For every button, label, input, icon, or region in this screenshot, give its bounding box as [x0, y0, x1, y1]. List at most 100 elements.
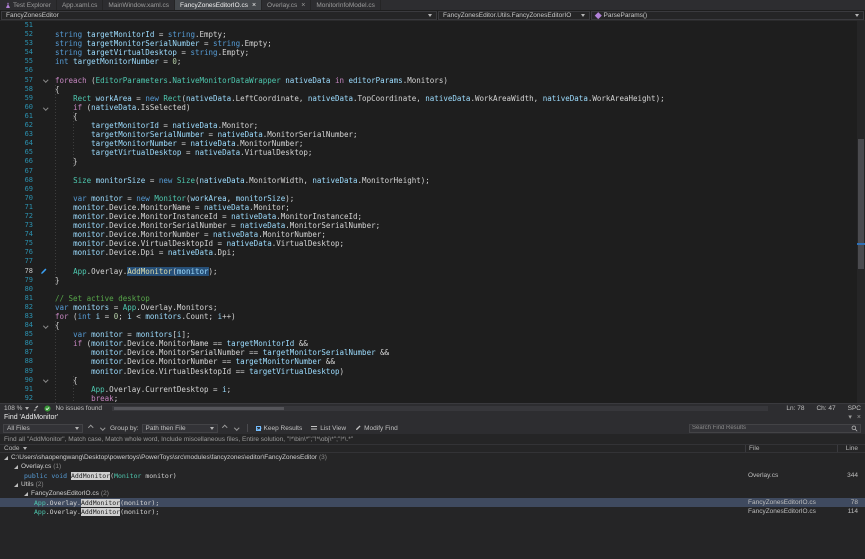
fold-chevron-icon[interactable]: [43, 323, 48, 328]
group-by-dropdown[interactable]: Path then File: [142, 424, 218, 433]
line-number[interactable]: 75: [0, 239, 38, 248]
line-number[interactable]: 59: [0, 94, 38, 103]
line-number[interactable]: 71: [0, 203, 38, 212]
column-line[interactable]: Line: [837, 445, 865, 452]
find-group-row[interactable]: Utils(2): [0, 480, 865, 489]
collapse-all-icon[interactable]: [221, 424, 230, 433]
tab-fancyzoneseditorio-cs[interactable]: FancyZonesEditorIO.cs×: [175, 0, 262, 10]
line-number[interactable]: 58: [0, 85, 38, 94]
line-number[interactable]: 87: [0, 348, 38, 357]
line-number[interactable]: 54: [0, 48, 38, 57]
line-number[interactable]: 74: [0, 230, 38, 239]
line-number[interactable]: 80: [0, 285, 38, 294]
member-dropdown[interactable]: ParseParams(): [591, 11, 864, 20]
line-number[interactable]: 72: [0, 212, 38, 221]
find-result-row[interactable]: App.Overlay.AddMonitor(monitor);FancyZon…: [0, 498, 865, 507]
line-number[interactable]: 51: [0, 21, 38, 30]
whitespace-indicator[interactable]: SPC: [848, 405, 861, 412]
line-number[interactable]: 86: [0, 339, 38, 348]
code-editor[interactable]: 5152string targetMonitorId = string.Empt…: [0, 21, 865, 403]
expander-icon[interactable]: [4, 456, 8, 460]
expand-all-icon[interactable]: [233, 424, 242, 433]
code-token: .Device.MonitorNumber =: [105, 230, 213, 239]
line-number[interactable]: 62: [0, 121, 38, 130]
zoom-control[interactable]: 108 %: [4, 405, 29, 412]
line-number[interactable]: 64: [0, 139, 38, 148]
tab-test-explorer[interactable]: Test Explorer: [0, 0, 57, 10]
type-dropdown[interactable]: FancyZonesEditor.Utils.FancyZonesEditorI…: [438, 11, 590, 20]
line-number[interactable]: 65: [0, 148, 38, 157]
list-view-toggle[interactable]: List View: [308, 423, 349, 433]
line-number[interactable]: 52: [0, 30, 38, 39]
line-number[interactable]: 69: [0, 185, 38, 194]
editor-status-strip: 108 % No issues found Ln: 78 Ch: 47 SPC: [0, 403, 865, 412]
column-code[interactable]: Code: [0, 445, 745, 452]
close-icon[interactable]: ×: [252, 2, 256, 9]
line-number[interactable]: 88: [0, 357, 38, 366]
find-result-row[interactable]: App.Overlay.AddMonitor(monitor);FancyZon…: [0, 507, 865, 516]
line-number[interactable]: 68: [0, 176, 38, 185]
line-number[interactable]: 83: [0, 312, 38, 321]
line-number[interactable]: 82: [0, 303, 38, 312]
line-number[interactable]: 70: [0, 194, 38, 203]
tab-app-xaml-cs[interactable]: App.xaml.cs: [57, 0, 103, 10]
search-input[interactable]: [692, 425, 851, 431]
line-number[interactable]: 84: [0, 321, 38, 330]
close-icon[interactable]: ×: [857, 414, 861, 421]
result-count: (2): [36, 481, 44, 488]
health-check-icon[interactable]: [44, 405, 51, 412]
find-group-row[interactable]: FancyZonesEditorIO.cs(2): [0, 489, 865, 498]
find-result-row[interactable]: public void AddMonitor(Monitor monitor)O…: [0, 471, 865, 480]
line-number[interactable]: 79: [0, 276, 38, 285]
scope-dropdown[interactable]: All Files: [3, 424, 83, 433]
line-number[interactable]: 61: [0, 112, 38, 121]
column-indicator[interactable]: Ch: 47: [816, 405, 835, 412]
fold-chevron-icon[interactable]: [43, 378, 48, 383]
line-number[interactable]: 57: [0, 76, 38, 85]
line-number[interactable]: 66: [0, 157, 38, 166]
tab-mainwindow-xaml-cs[interactable]: MainWindow.xaml.cs: [103, 0, 175, 10]
line-number[interactable]: 60: [0, 103, 38, 112]
code-cleanup-icon[interactable]: [33, 405, 40, 412]
expander-icon[interactable]: [24, 492, 28, 496]
line-indicator[interactable]: Ln: 78: [786, 405, 804, 412]
next-result-icon[interactable]: [98, 424, 107, 433]
line-number[interactable]: 92: [0, 394, 38, 403]
line-number[interactable]: 63: [0, 130, 38, 139]
line-number[interactable]: 56: [0, 66, 38, 75]
find-group-row[interactable]: Overlay.cs(1): [0, 462, 865, 471]
project-dropdown[interactable]: FancyZonesEditor: [1, 11, 437, 20]
column-file[interactable]: File: [745, 445, 837, 452]
fold-chevron-icon[interactable]: [43, 105, 48, 110]
line-number[interactable]: 73: [0, 221, 38, 230]
line-number[interactable]: 55: [0, 57, 38, 66]
line-number[interactable]: 81: [0, 294, 38, 303]
line-number[interactable]: 91: [0, 385, 38, 394]
line-number[interactable]: 76: [0, 248, 38, 257]
close-icon[interactable]: ×: [301, 2, 305, 9]
code-token: monitor: [73, 248, 105, 257]
find-group-row[interactable]: C:\Users\shaopengwang\Desktop\powertoys\…: [0, 453, 865, 462]
scrollbar-thumb[interactable]: [114, 407, 284, 410]
line-number[interactable]: 77: [0, 257, 38, 266]
scrollbar-thumb[interactable]: [858, 139, 864, 269]
vertical-scrollbar[interactable]: [857, 21, 865, 403]
tab-overlay-cs[interactable]: Overlay.cs×: [262, 0, 311, 10]
previous-result-icon[interactable]: [86, 424, 95, 433]
expander-icon[interactable]: [14, 483, 18, 487]
tab-monitorinfomodel-cs[interactable]: MonitorInfoModel.cs: [311, 0, 381, 10]
line-number[interactable]: 53: [0, 39, 38, 48]
line-number[interactable]: 78: [0, 267, 38, 276]
fold-chevron-icon[interactable]: [43, 78, 48, 83]
horizontal-scrollbar[interactable]: [112, 406, 768, 411]
window-position-icon[interactable]: ▾: [848, 414, 852, 421]
modify-find-button[interactable]: Modify Find: [352, 423, 401, 433]
line-number[interactable]: 67: [0, 167, 38, 176]
line-number[interactable]: 89: [0, 367, 38, 376]
line-number[interactable]: 90: [0, 376, 38, 385]
expander-icon[interactable]: [14, 465, 18, 469]
line-number[interactable]: 85: [0, 330, 38, 339]
keep-results-toggle[interactable]: Keep Results: [253, 423, 306, 433]
code-text: monitor.Device.VirtualDesktopId = native…: [55, 239, 344, 248]
search-find-results-box[interactable]: [689, 424, 861, 433]
